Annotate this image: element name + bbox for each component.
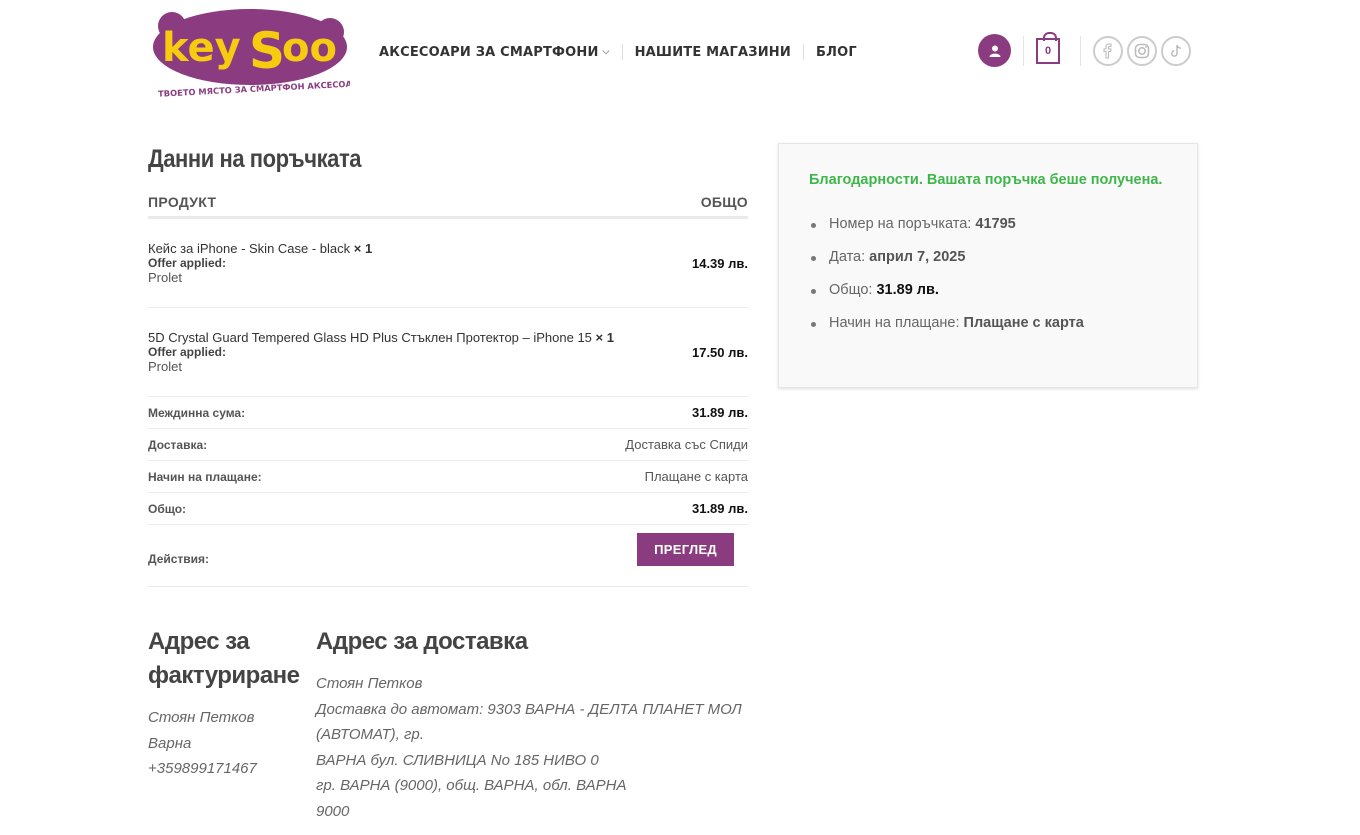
list-item: Начин на плащане: Плащане с карта	[809, 315, 1084, 331]
site-header: key S oo ТВОЕТО МЯСТО ЗА СМАРТФОН АКСЕСО…	[0, 0, 1360, 110]
instagram-button[interactable]	[1127, 35, 1157, 66]
payment-method: Плащане с карта	[963, 315, 1084, 331]
nav-item-label: АКСЕСОАРИ ЗА СМАРТФОНИ	[379, 44, 599, 60]
column-header-product: ПРОДУКТ	[148, 188, 623, 219]
chevron-down-icon: ⌵	[602, 47, 610, 57]
billing-name: Стоян Петков	[148, 709, 255, 726]
shipping-line: 9000	[316, 802, 350, 820]
product-line: 5D Crystal Guard Tempered Glass HD Plus …	[148, 330, 623, 345]
offer-label: Offer applied:	[148, 256, 227, 270]
product-qty: × 1	[353, 241, 373, 256]
product-line: Кейс за iPhone - Skin Case - black × 1	[148, 241, 623, 256]
billing-phone: +359899171467	[148, 760, 257, 777]
tiktok-icon	[1171, 44, 1182, 57]
view-order-button[interactable]: ПРЕГЛЕД	[637, 533, 734, 566]
site-logo[interactable]: key S oo ТВОЕТО МЯСТО ЗА СМАРТФОН АКСЕСО…	[150, 4, 369, 99]
user-icon	[989, 45, 1000, 57]
summary-label: Доставка:	[148, 438, 208, 452]
order-overview: Номер на поръчката: 41795 Дата: април 7,…	[809, 216, 1084, 348]
product-link[interactable]: 5D Crystal Guard Tempered Glass HD Plus …	[148, 330, 592, 345]
summary-label: Междинна сума:	[148, 406, 246, 420]
shipping-name: Стоян Петков	[316, 675, 423, 692]
header-divider	[1080, 35, 1081, 66]
billing-city: Варна	[148, 734, 192, 752]
svg-text:oo: oo	[282, 25, 337, 71]
summary-label: Действия:	[148, 552, 210, 566]
line-total: 17.50 лв.	[691, 344, 748, 360]
nav-item-label: БЛОГ	[815, 44, 857, 60]
tiktok-button[interactable]	[1161, 35, 1191, 66]
svg-text:key: key	[162, 25, 241, 71]
nav-divider	[621, 44, 623, 60]
summary-row-actions: Действия: ПРЕГЛЕД	[148, 524, 748, 587]
shipping-address-heading: Адрес за доставка	[316, 628, 528, 655]
product-link[interactable]: Кейс за iPhone - Skin Case - black	[148, 241, 350, 256]
table-header-row: ПРОДУКТ ОБЩО	[148, 188, 748, 219]
product-qty: × 1	[595, 330, 614, 345]
summary-value: 31.89 лв.	[691, 405, 748, 420]
shipping-line: ВАРНА бул. СЛИВНИЦА No 185 НИВО 0	[316, 751, 599, 769]
summary-row-shipping: Доставка: Доставка със Спиди	[148, 428, 748, 461]
nav-divider	[802, 44, 804, 60]
order-date: април 7, 2025	[869, 249, 966, 265]
offer-label: Offer applied:	[148, 345, 227, 359]
svg-text:S: S	[249, 22, 285, 80]
shipping-line: Доставка до автомат: 9303 ВАРНА - ДЕЛТА …	[316, 700, 742, 744]
nav-item-accessories[interactable]: АКСЕСОАРИ ЗА СМАРТФОНИ ⌵	[379, 45, 610, 60]
offer-value: Prolet	[148, 359, 182, 374]
instagram-icon	[1134, 43, 1150, 58]
column-header-total: ОБЩО	[622, 188, 748, 219]
summary-value: 31.89 лв.	[691, 501, 748, 516]
summary-label: Начин на плащане:	[148, 470, 262, 484]
list-item: Дата: април 7, 2025	[809, 249, 1084, 265]
nav-item-blog[interactable]: БЛОГ	[816, 45, 857, 60]
order-confirmation-box: Благодарности. Вашата поръчка беше получ…	[778, 143, 1198, 388]
cart-count: 0	[1044, 44, 1052, 57]
facebook-icon	[1103, 42, 1112, 59]
thank-you-message: Благодарности. Вашата поръчка беше получ…	[809, 172, 1163, 188]
summary-label: Общо:	[148, 502, 187, 516]
nav-item-label: НАШИТЕ МАГАЗИНИ	[634, 44, 791, 60]
billing-address-heading: Адрес за фактуриране	[148, 628, 300, 689]
summary-row-payment: Начин на плащане: Плащане с карта	[148, 460, 748, 493]
offer-value: Prolet	[148, 270, 182, 285]
list-item: Номер на поръчката: 41795	[809, 216, 1084, 232]
order-table: ПРОДУКТ ОБЩО Кейс за iPhone - Skin Case …	[148, 188, 748, 587]
nav-item-stores[interactable]: НАШИТЕ МАГАЗИНИ	[635, 45, 791, 60]
header-actions: 0	[978, 31, 1195, 67]
summary-value: Доставка със Спиди	[625, 437, 748, 452]
summary-row-total: Общо: 31.89 лв.	[148, 492, 748, 525]
header-divider	[1023, 35, 1024, 66]
shipping-line: гр. ВАРНА (9000), общ. ВАРНА, обл. ВАРНА	[316, 777, 627, 794]
table-row: 5D Crystal Guard Tempered Glass HD Plus …	[148, 307, 748, 397]
account-button[interactable]	[978, 34, 1011, 67]
line-total: 14.39 лв.	[691, 255, 748, 271]
cart-button[interactable]: 0	[1036, 31, 1060, 64]
list-item: Общо: 31.89 лв.	[809, 282, 1084, 298]
billing-address: Адрес за фактуриране Стоян Петков Варна +…	[148, 625, 300, 782]
order-number: 41795	[975, 216, 1016, 232]
summary-row-subtotal: Междинна сума: 31.89 лв.	[148, 396, 748, 429]
main-nav: АКСЕСОАРИ ЗА СМАРТФОНИ ⌵ НАШИТЕ МАГАЗИНИ…	[379, 44, 857, 60]
summary-value: Плащане с карта	[644, 469, 748, 484]
order-details-heading: Данни на поръчката	[148, 145, 362, 173]
order-total: 31.89 лв.	[876, 282, 939, 298]
facebook-button[interactable]	[1093, 35, 1123, 66]
table-row: Кейс за iPhone - Skin Case - black × 1 O…	[148, 217, 748, 308]
order-details: Данни на поръчката ПРОДУКТ ОБЩО Кейс за …	[148, 145, 748, 587]
shipping-address: Адрес за доставка Стоян Петков Доставка …	[316, 625, 756, 824]
